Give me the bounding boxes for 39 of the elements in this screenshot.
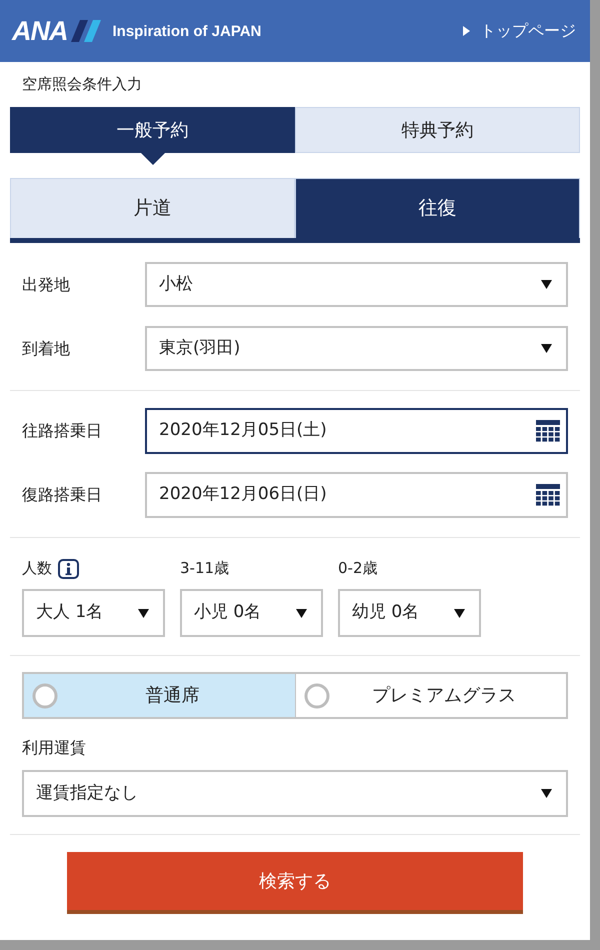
- page-title: 空席照会条件入力: [21, 74, 143, 95]
- radio-icon: [32, 682, 58, 708]
- passenger-select[interactable]: 幼児 0名: [338, 589, 481, 637]
- airport-select[interactable]: 東京(羽田): [145, 326, 568, 371]
- dropdown-arrow-icon: [138, 608, 149, 618]
- date-field[interactable]: 2020年12月06日(日): [145, 472, 568, 518]
- field-label: 到着地: [22, 338, 71, 360]
- dropdown-arrow-icon: [541, 789, 552, 798]
- booking-tab[interactable]: 特典予約: [295, 107, 580, 153]
- slash-stripes-icon: [70, 20, 100, 42]
- top-page-link[interactable]: トップページ: [463, 19, 576, 43]
- logo-text: ANA: [12, 18, 68, 44]
- field-label: 出発地: [22, 274, 71, 296]
- dropdown-arrow-icon: [454, 608, 465, 618]
- search-button[interactable]: 検索する: [67, 852, 523, 914]
- seat-class-option[interactable]: 普通席: [24, 674, 294, 717]
- age-label: 3-11歳: [180, 558, 230, 580]
- field-label: 往路搭乗日: [22, 420, 103, 442]
- info-icon: [58, 558, 79, 578]
- tagline-text: Inspiration of JAPAN: [112, 24, 262, 38]
- airport-select[interactable]: 小松: [145, 262, 568, 307]
- field-label: 復路搭乗日: [22, 484, 103, 506]
- dropdown-arrow-icon: [541, 280, 552, 289]
- passenger-select[interactable]: 小児 0名: [180, 589, 323, 637]
- date-field[interactable]: 2020年12月05日(土): [145, 408, 568, 454]
- trip-tab[interactable]: 往復: [295, 178, 580, 238]
- calendar-icon: [536, 420, 560, 442]
- radio-icon: [304, 682, 330, 708]
- age-label: 0-2歳: [338, 558, 378, 580]
- triangle-icon: [463, 26, 470, 36]
- field-label: 人数: [22, 558, 52, 580]
- dropdown-arrow-icon: [296, 608, 307, 618]
- tab-pointer-icon: [140, 153, 164, 165]
- dropdown-arrow-icon: [541, 344, 552, 353]
- fare-select[interactable]: 運賃指定なし: [22, 770, 568, 817]
- calendar-icon: [536, 484, 560, 506]
- trip-tab[interactable]: 片道: [10, 178, 295, 238]
- passenger-select[interactable]: 大人 1名: [22, 589, 165, 637]
- field-label: 利用運賃: [22, 737, 87, 759]
